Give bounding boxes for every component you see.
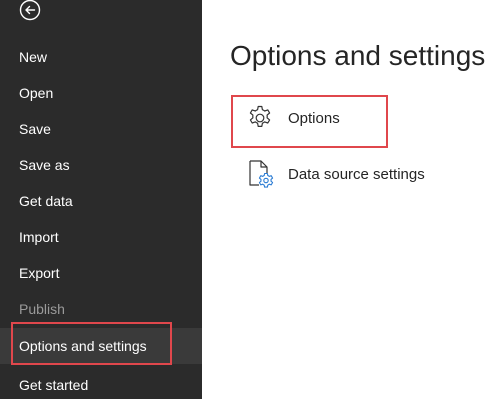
options-button[interactable]: Options bbox=[246, 104, 340, 132]
sidebar-item-options-and-settings[interactable]: Options and settings bbox=[0, 328, 202, 364]
sidebar-item-label: Get started bbox=[19, 377, 89, 393]
sidebar-item-publish[interactable]: Publish bbox=[0, 291, 202, 327]
sidebar-item-label: Save as bbox=[19, 157, 70, 173]
data-source-settings-button[interactable]: Data source settings bbox=[246, 160, 425, 188]
sidebar-item-save[interactable]: Save bbox=[0, 111, 202, 147]
sidebar-item-label: Options and settings bbox=[19, 338, 147, 354]
gear-icon bbox=[246, 104, 274, 132]
sidebar-item-get-data[interactable]: Get data bbox=[0, 183, 202, 219]
options-label: Options bbox=[288, 109, 340, 127]
sidebar-item-label: Import bbox=[19, 229, 59, 245]
document-gear-icon bbox=[246, 160, 274, 188]
sidebar-item-new[interactable]: New bbox=[0, 39, 202, 75]
back-button[interactable] bbox=[18, 0, 42, 24]
app-window: New Open Save Save as Get data Import Ex… bbox=[0, 0, 499, 399]
sidebar-item-import[interactable]: Import bbox=[0, 219, 202, 255]
sidebar-item-label: Export bbox=[19, 265, 60, 281]
sidebar-item-label: Publish bbox=[19, 301, 65, 317]
main-panel: Options and settings Options Data source… bbox=[202, 0, 499, 399]
page-title: Options and settings bbox=[230, 40, 486, 71]
data-source-settings-label: Data source settings bbox=[288, 165, 425, 183]
sidebar-item-label: Get data bbox=[19, 193, 73, 209]
backstage-sidebar: New Open Save Save as Get data Import Ex… bbox=[0, 0, 202, 399]
sidebar-item-export[interactable]: Export bbox=[0, 255, 202, 291]
sidebar-item-label: Save bbox=[19, 121, 51, 137]
sidebar-item-open[interactable]: Open bbox=[0, 75, 202, 111]
sidebar-item-save-as[interactable]: Save as bbox=[0, 147, 202, 183]
sidebar-item-label: New bbox=[19, 49, 48, 65]
sidebar-item-get-started[interactable]: Get started bbox=[0, 367, 202, 399]
sidebar-item-label: Open bbox=[19, 85, 54, 101]
back-arrow-icon bbox=[19, 0, 41, 26]
